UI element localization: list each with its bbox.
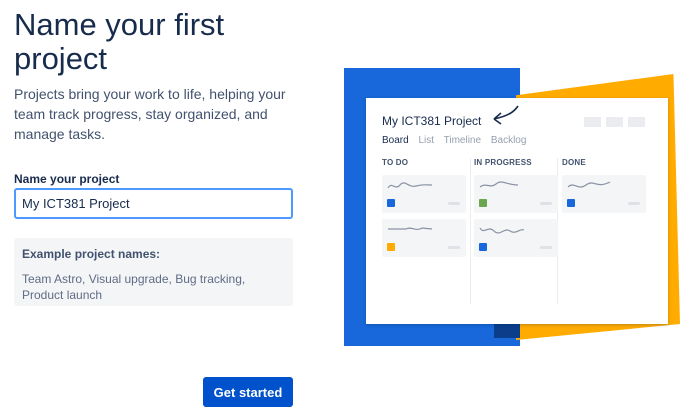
preview-column-done: DONE xyxy=(562,158,646,308)
task-card xyxy=(562,175,646,213)
board-preview-illustration: My ICT381 Project Board List Timeline Ba… xyxy=(344,68,684,348)
toolbar-placeholder xyxy=(628,117,645,127)
page-title: Name your first project xyxy=(14,7,225,76)
preview-tab-board: Board xyxy=(382,135,409,146)
toolbar-placeholder xyxy=(606,117,623,127)
column-header: DONE xyxy=(562,158,586,167)
squiggle-icon xyxy=(387,182,433,189)
squiggle-icon xyxy=(479,181,519,188)
project-name-label: Name your project xyxy=(14,172,120,186)
example-names-text: Team Astro, Visual upgrade, Bug tracking… xyxy=(22,272,246,302)
task-type-marker xyxy=(387,199,395,207)
task-meta-line xyxy=(540,202,552,205)
column-header: TO DO xyxy=(382,158,409,167)
task-meta-line xyxy=(448,202,460,205)
squiggle-icon xyxy=(388,227,433,231)
task-card xyxy=(382,175,466,213)
task-type-marker xyxy=(479,199,487,207)
board-preview-card: My ICT381 Project Board List Timeline Ba… xyxy=(366,98,668,324)
example-names-title: Example project names: xyxy=(22,247,161,261)
preview-column-todo: TO DO xyxy=(382,158,466,308)
task-type-marker xyxy=(387,243,395,251)
column-header: IN PROGRESS xyxy=(474,158,532,167)
task-meta-line xyxy=(540,246,552,249)
toolbar-placeholder xyxy=(584,117,601,127)
preview-tabs: Board List Timeline Backlog xyxy=(382,135,533,146)
task-card xyxy=(382,219,466,257)
preview-tab-list: List xyxy=(418,135,435,146)
task-meta-line xyxy=(628,202,640,205)
squiggle-icon xyxy=(479,227,525,234)
page-subtitle: Projects bring your work to life, helpin… xyxy=(14,86,286,142)
task-type-marker xyxy=(479,243,487,251)
preview-tab-backlog: Backlog xyxy=(490,135,527,146)
get-started-button[interactable]: Get started xyxy=(203,377,293,407)
preview-tab-timeline: Timeline xyxy=(443,135,482,146)
example-names-box: Example project names: Team Astro, Visua… xyxy=(14,238,293,306)
preview-column-in-progress: IN PROGRESS xyxy=(474,158,558,308)
arrow-icon xyxy=(493,105,519,125)
column-divider xyxy=(470,158,471,304)
preview-project-name: My ICT381 Project xyxy=(382,114,482,128)
project-name-input[interactable] xyxy=(14,188,293,219)
squiggle-icon xyxy=(567,181,611,188)
task-type-marker xyxy=(567,199,575,207)
task-meta-line xyxy=(448,246,460,249)
task-card xyxy=(474,175,558,213)
task-card xyxy=(474,219,558,257)
